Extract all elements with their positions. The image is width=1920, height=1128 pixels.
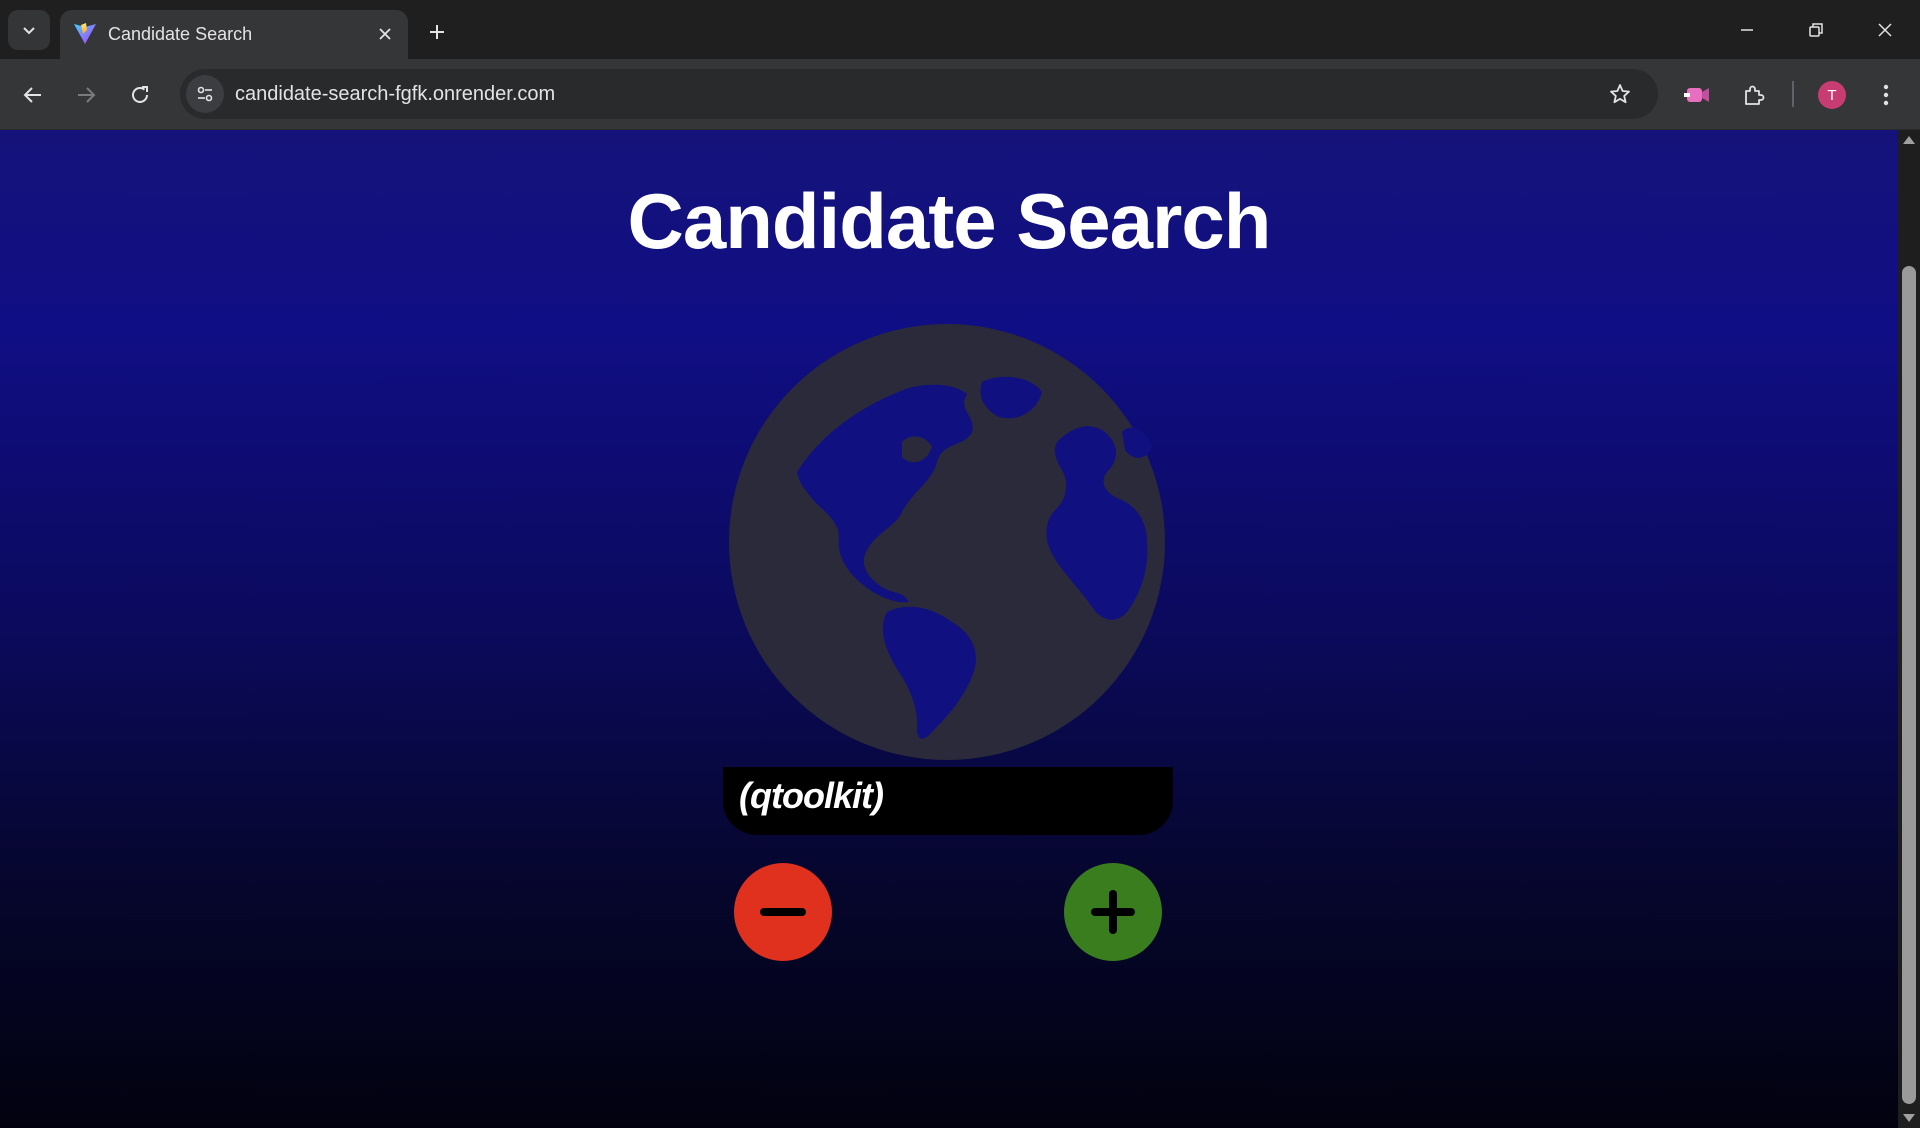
tab-title: Candidate Search bbox=[108, 24, 253, 44]
candidate-name-card: (qtoolkit) bbox=[723, 767, 1173, 835]
star-icon bbox=[1610, 84, 1630, 104]
profile-avatar[interactable]: T bbox=[1818, 81, 1846, 109]
arrow-right-icon bbox=[78, 87, 96, 103]
tab-strip: Candidate Search bbox=[0, 0, 1920, 59]
close-window-button[interactable] bbox=[1856, 8, 1914, 52]
reload-icon bbox=[132, 86, 148, 103]
puzzle-piece-icon bbox=[1745, 85, 1765, 105]
globe-icon bbox=[729, 324, 1165, 760]
site-info-button[interactable] bbox=[186, 75, 224, 113]
vertical-scrollbar[interactable] bbox=[1898, 130, 1920, 1128]
close-icon bbox=[379, 28, 391, 40]
url-text[interactable]: candidate-search-fgfk.onrender.com bbox=[235, 83, 555, 106]
forward-button[interactable] bbox=[67, 76, 105, 114]
minimize-icon bbox=[1741, 29, 1753, 31]
chevron-down-icon bbox=[23, 27, 35, 35]
minimize-button[interactable] bbox=[1718, 8, 1776, 52]
tab-search-button[interactable] bbox=[8, 10, 50, 50]
bookmark-button[interactable] bbox=[1604, 78, 1636, 110]
more-vertical-icon bbox=[1883, 84, 1889, 106]
chrome-menu-button[interactable] bbox=[1867, 76, 1905, 114]
tune-icon bbox=[197, 86, 213, 102]
plus-icon bbox=[430, 25, 444, 39]
arrow-left-icon bbox=[23, 87, 41, 103]
page-viewport: Candidate Search (qtoolkit) bbox=[0, 130, 1898, 1128]
restore-button[interactable] bbox=[1787, 8, 1845, 52]
scroll-up-arrow[interactable] bbox=[1903, 136, 1915, 144]
candidate-login: (qtoolkit) bbox=[739, 775, 884, 816]
video-camera-icon bbox=[1684, 88, 1709, 102]
close-icon bbox=[1878, 23, 1892, 37]
address-bar[interactable]: candidate-search-fgfk.onrender.com bbox=[180, 69, 1658, 119]
reload-button[interactable] bbox=[121, 76, 159, 114]
page-title: Candidate Search bbox=[627, 177, 1272, 265]
scrollbar-thumb[interactable] bbox=[1902, 266, 1916, 1104]
browser-toolbar: candidate-search-fgfk.onrender.com bbox=[0, 59, 1920, 130]
accept-candidate-button[interactable] bbox=[1064, 863, 1162, 961]
plus-icon bbox=[1091, 890, 1135, 934]
toolbar-divider bbox=[1792, 81, 1794, 107]
scroll-down-arrow[interactable] bbox=[1903, 1114, 1915, 1122]
back-button[interactable] bbox=[14, 76, 52, 114]
screen-recorder-extension-button[interactable] bbox=[1678, 76, 1716, 114]
new-tab-button[interactable] bbox=[420, 15, 454, 49]
reject-candidate-button[interactable] bbox=[734, 863, 832, 961]
browser-tab[interactable]: Candidate Search bbox=[60, 10, 408, 59]
tab-close-button[interactable] bbox=[372, 21, 398, 47]
extensions-button[interactable] bbox=[1735, 76, 1773, 114]
vite-logo-icon bbox=[74, 23, 96, 44]
minus-icon bbox=[760, 908, 806, 916]
restore-icon bbox=[1809, 23, 1823, 37]
